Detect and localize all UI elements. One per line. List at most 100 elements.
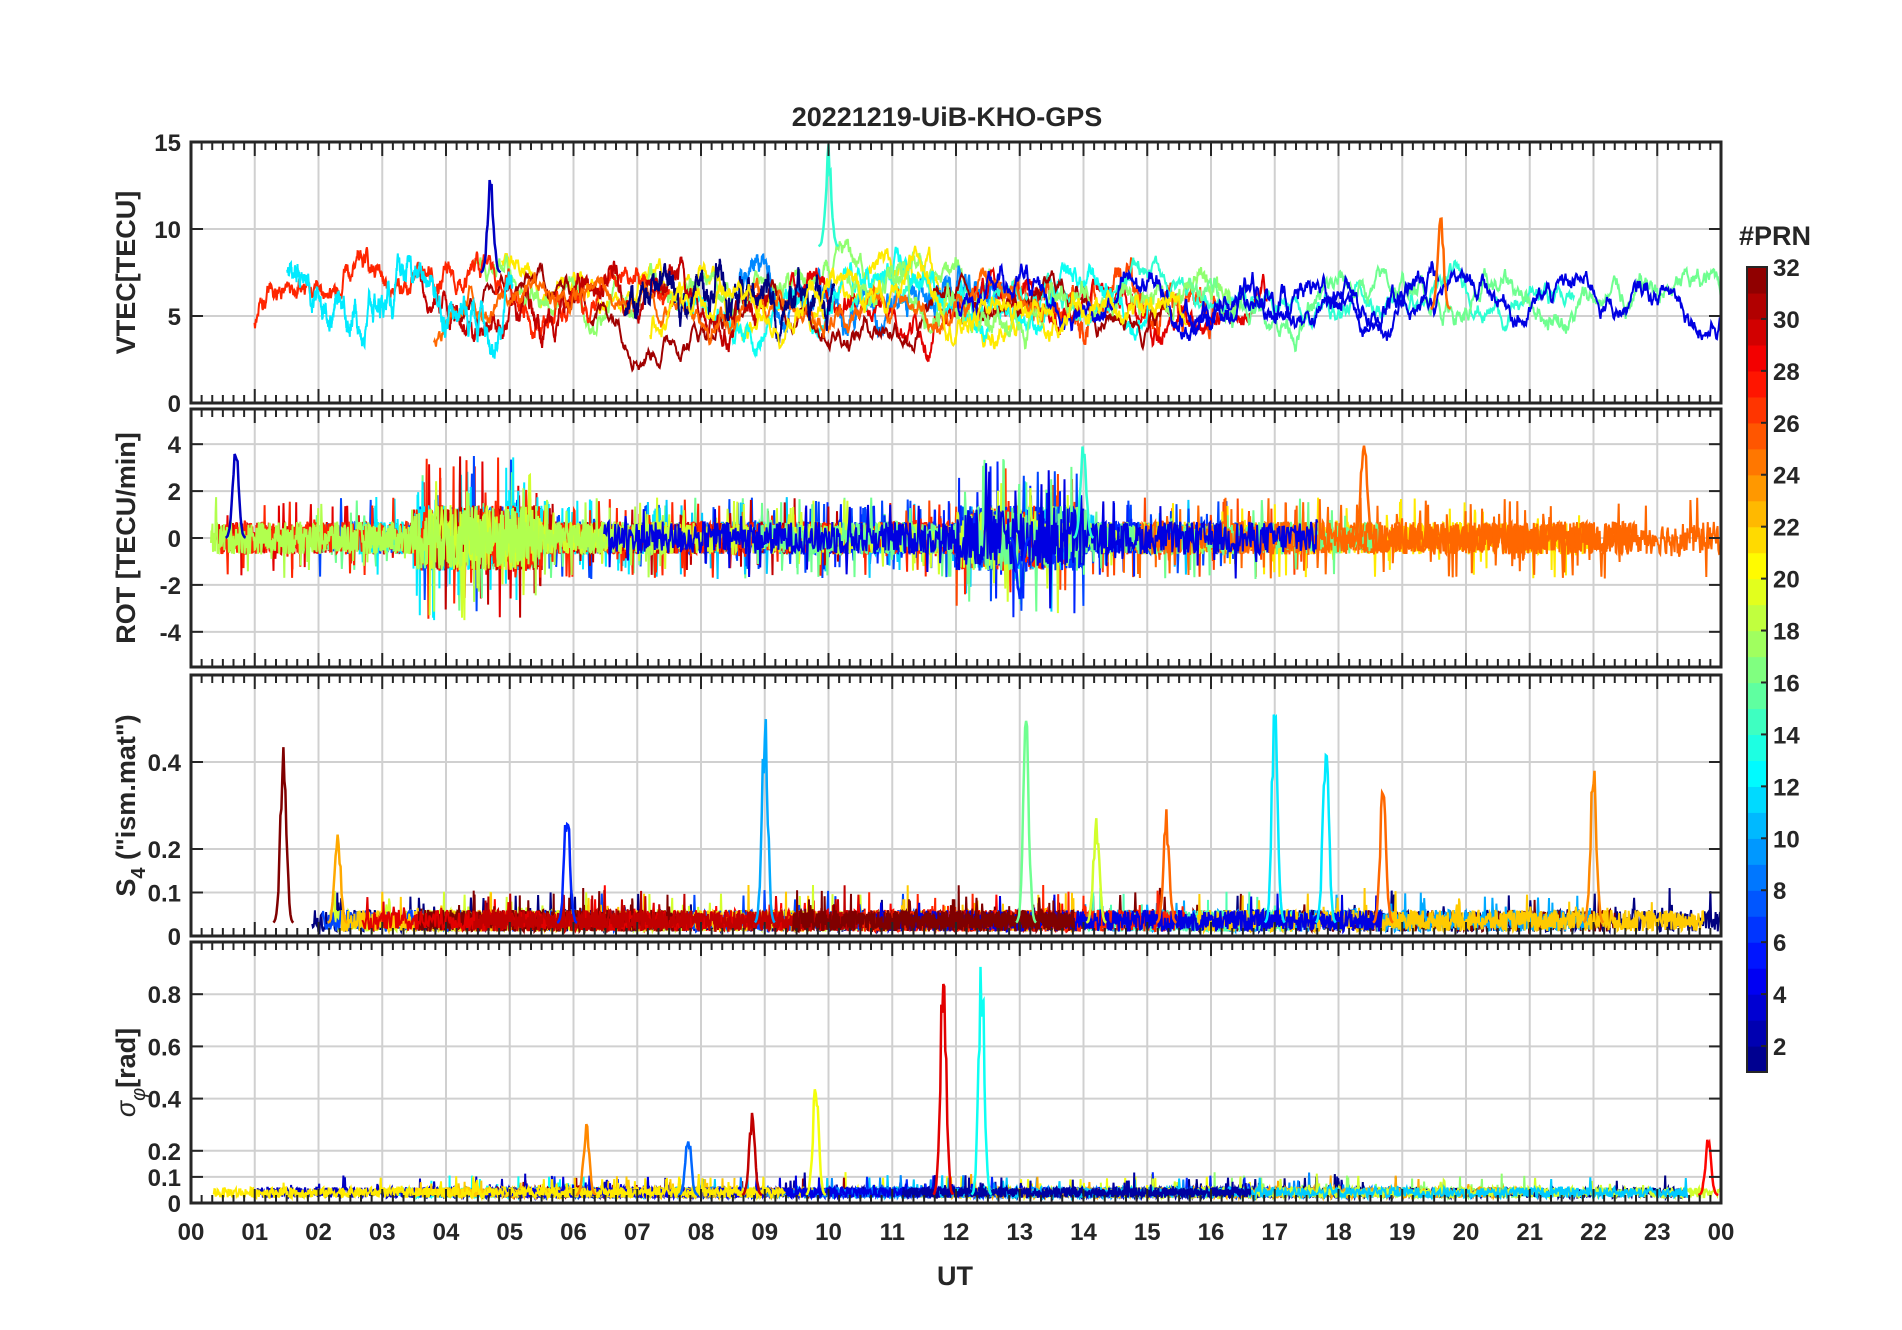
colorbar-tick-label: 24 (1773, 463, 1800, 490)
y-tick-label: 0 (168, 1191, 181, 1218)
colorbar-segment (1747, 708, 1767, 736)
colorbar-segment (1747, 526, 1767, 554)
x-tick-label: 13 (1006, 1219, 1033, 1246)
y-tick-label: 4 (168, 432, 182, 459)
y-tick-label: 0.1 (148, 881, 181, 908)
y-tick-label: -2 (160, 573, 181, 600)
y-tick-label: 0 (168, 391, 181, 418)
peak-mark (272, 747, 295, 924)
colorbar-segment (1747, 552, 1767, 580)
colorbar-segment (1747, 292, 1767, 320)
x-axis: 00 01 02 03 04 05 06 07 08 09 10 11 12 13 14 15 16 17 18 19… (178, 1219, 1735, 1291)
colorbar-tick-label: 20 (1773, 567, 1800, 594)
colorbar-tick-label: 30 (1773, 307, 1800, 334)
colorbar-tick-label: 28 (1773, 359, 1800, 386)
x-tick-label: 14 (1070, 1219, 1097, 1246)
colorbar-tick-label: 12 (1773, 774, 1800, 801)
colorbar-tick-label: 26 (1773, 411, 1800, 438)
y-tick-label: 0 (168, 924, 181, 951)
x-tick-label: 15 (1134, 1219, 1161, 1246)
y-tick-label: 2 (168, 479, 181, 506)
x-tick-label: 00 (1708, 1219, 1735, 1246)
chart-title: 20221219-UiB-KHO-GPS (792, 102, 1103, 132)
y-tick-label: 0.8 (148, 982, 181, 1009)
traces (253, 144, 1721, 373)
y-tick-label: 5 (168, 304, 181, 331)
x-tick-label: 00 (178, 1219, 205, 1246)
peak-mark (970, 966, 993, 1196)
x-tick-label: 21 (1516, 1219, 1543, 1246)
x-tick-label: 04 (433, 1219, 460, 1246)
colorbar-segment (1747, 734, 1767, 761)
colorbar-tick-label: 16 (1773, 670, 1800, 697)
colorbar-tick-label: 8 (1773, 878, 1786, 905)
colorbar-tick-label: 4 (1773, 982, 1787, 1009)
x-tick-label: 12 (943, 1219, 970, 1246)
x-tick-label: 03 (369, 1219, 396, 1246)
colorbar-segment (1747, 968, 1767, 995)
peak-mark (1697, 1138, 1719, 1197)
colorbar-segment (1747, 604, 1767, 632)
peak-mark (932, 983, 955, 1196)
figure: 20221219-UiB-KHO-GPS 0 5 10 15 VTEC[TECU] -4 -… (111, 102, 1811, 1291)
colorbar-tick-label: 6 (1773, 930, 1786, 957)
grid (191, 942, 1721, 1203)
y-axis-label: σφ[rad] (111, 1028, 150, 1117)
x-tick-label: 08 (688, 1219, 715, 1246)
colorbar-tick-label: 2 (1773, 1034, 1786, 1061)
y-axis-label: VTEC[TECU] (111, 191, 141, 355)
y-tick-label: 0.1 (148, 1165, 181, 1192)
y-tick-label: 0.2 (148, 1139, 181, 1166)
x-tick-label: 23 (1644, 1219, 1671, 1246)
colorbar-segment (1747, 474, 1767, 502)
y-tick-label: 0.4 (148, 1087, 182, 1114)
colorbar-segment (1747, 890, 1767, 917)
peak-mark (805, 1089, 827, 1197)
colorbar-segment (1747, 942, 1767, 969)
colorbar-segment (1747, 448, 1767, 476)
colorbar-segment (1747, 500, 1767, 528)
y-tick-label: -4 (160, 620, 182, 647)
colorbar-segment (1747, 318, 1767, 346)
colorbar-segment (1747, 656, 1767, 684)
y-tick-label: 0.4 (148, 750, 182, 777)
x-tick-label: 07 (624, 1219, 651, 1246)
x-tick-label: 01 (241, 1219, 268, 1246)
trace (1196, 887, 1705, 935)
colorbar-segment (1747, 1046, 1767, 1073)
panel-3: 0 0.1 0.2 0.4S4 ("ism.mat") (111, 673, 1723, 951)
y-tick-label: 0.6 (148, 1034, 181, 1061)
x-tick-label: 10 (815, 1219, 842, 1246)
grid (191, 675, 1721, 936)
x-tick-label: 06 (560, 1219, 587, 1246)
x-tick-labels: 00 01 02 03 04 05 06 07 08 09 10 11 12 13 14 15 16 17 18 19… (178, 1219, 1735, 1246)
colorbar-segment (1747, 838, 1767, 865)
panel-1: 0 5 10 15 VTEC[TECU] (111, 130, 1723, 418)
colorbar-tick-label: 18 (1773, 619, 1800, 646)
x-tick-label: 02 (305, 1219, 332, 1246)
colorbar-tick-label: 32 (1773, 255, 1800, 282)
colorbar-tick-label: 10 (1773, 826, 1800, 853)
x-tick-label: 09 (751, 1219, 778, 1246)
colorbar-segment (1747, 422, 1767, 450)
colorbar: #PRN 2468101214161820222426283032 (1739, 221, 1811, 1073)
traces (210, 445, 1721, 621)
colorbar-segment (1747, 578, 1767, 606)
traces (272, 713, 1721, 936)
colorbar-tick-label: 14 (1773, 722, 1800, 749)
colorbar-segment (1747, 760, 1767, 787)
x-tick-label: 18 (1325, 1219, 1352, 1246)
peak-mark (741, 1112, 763, 1197)
y-axis-label: ROT [TECU/min] (111, 432, 141, 643)
x-tick-label: 17 (1261, 1219, 1288, 1246)
y-axis-label: S4 ("ism.mat") (111, 714, 150, 896)
colorbar-title: #PRN (1739, 221, 1811, 251)
panel-4: 00.10.2 0.4 0.6 0.8 σφ[rad] (111, 940, 1723, 1218)
x-tick-label: 19 (1389, 1219, 1416, 1246)
colorbar-segment (1747, 1020, 1767, 1047)
colorbar-segment (1747, 267, 1767, 294)
colorbar-segment (1747, 812, 1767, 839)
colorbar-segment (1747, 396, 1767, 424)
traces (212, 966, 1721, 1202)
colorbar-segment (1747, 630, 1767, 658)
